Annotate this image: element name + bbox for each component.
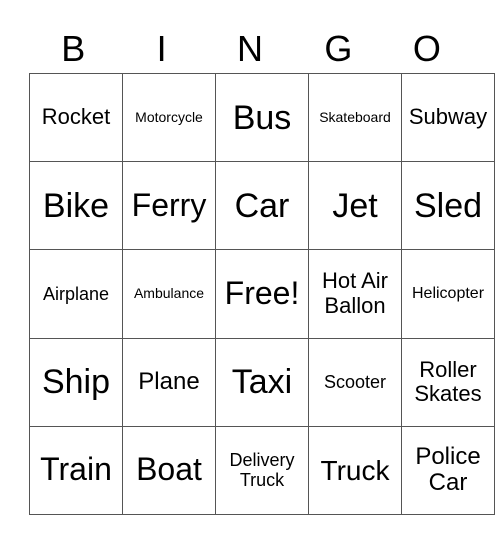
bingo-cell: Subway — [401, 72, 495, 163]
bingo-cell: Ferry — [122, 161, 216, 251]
header-letter-o: O — [412, 28, 441, 69]
header-letter-b: B — [61, 28, 86, 69]
header-letter-g: G — [324, 28, 353, 69]
header-letter-n: N — [237, 28, 264, 69]
bingo-cell: Airplane — [29, 249, 123, 339]
bingo-cell: Rocket — [29, 72, 123, 163]
bingo-cell: Truck — [308, 425, 402, 516]
bingo-card: Rocket Motorcycle Bus Skateboard Subway … — [29, 72, 495, 516]
bingo-cell: Roller Skates — [401, 337, 495, 427]
bingo-cell: Bus — [215, 72, 309, 163]
bingo-cell: Ambulance — [122, 249, 216, 339]
bingo-cell: Plane — [122, 337, 216, 427]
bingo-cell: Skateboard — [308, 72, 402, 163]
bingo-cell: Delivery Truck — [215, 425, 309, 516]
bingo-cell: Boat — [122, 425, 216, 516]
bingo-cell: Ship — [29, 337, 123, 427]
free-space-cell: Free! — [215, 249, 309, 339]
bingo-cell: Train — [29, 425, 123, 516]
bingo-row: Ship Plane Taxi Scooter Roller Skates — [29, 337, 495, 427]
bingo-row: Airplane Ambulance Free! Hot Air Ballon … — [29, 249, 495, 339]
bingo-cell: Sled — [401, 161, 495, 251]
bingo-cell: Hot Air Ballon — [308, 249, 402, 339]
bingo-cell: Jet — [308, 161, 402, 251]
bingo-cell: Motorcycle — [122, 72, 216, 163]
bingo-row: Bike Ferry Car Jet Sled — [29, 161, 495, 251]
bingo-cell: Bike — [29, 161, 123, 251]
bingo-header: B I N G O — [29, 26, 471, 72]
bingo-cell: Taxi — [215, 337, 309, 427]
header-letter-i: I — [156, 28, 167, 69]
bingo-row: Train Boat Delivery Truck Truck Police C… — [29, 425, 495, 516]
bingo-cell: Scooter — [308, 337, 402, 427]
bingo-row: Rocket Motorcycle Bus Skateboard Subway — [29, 72, 495, 163]
bingo-cell: Helicopter — [401, 249, 495, 339]
bingo-cell: Police Car — [401, 425, 495, 516]
bingo-cell: Car — [215, 161, 309, 251]
